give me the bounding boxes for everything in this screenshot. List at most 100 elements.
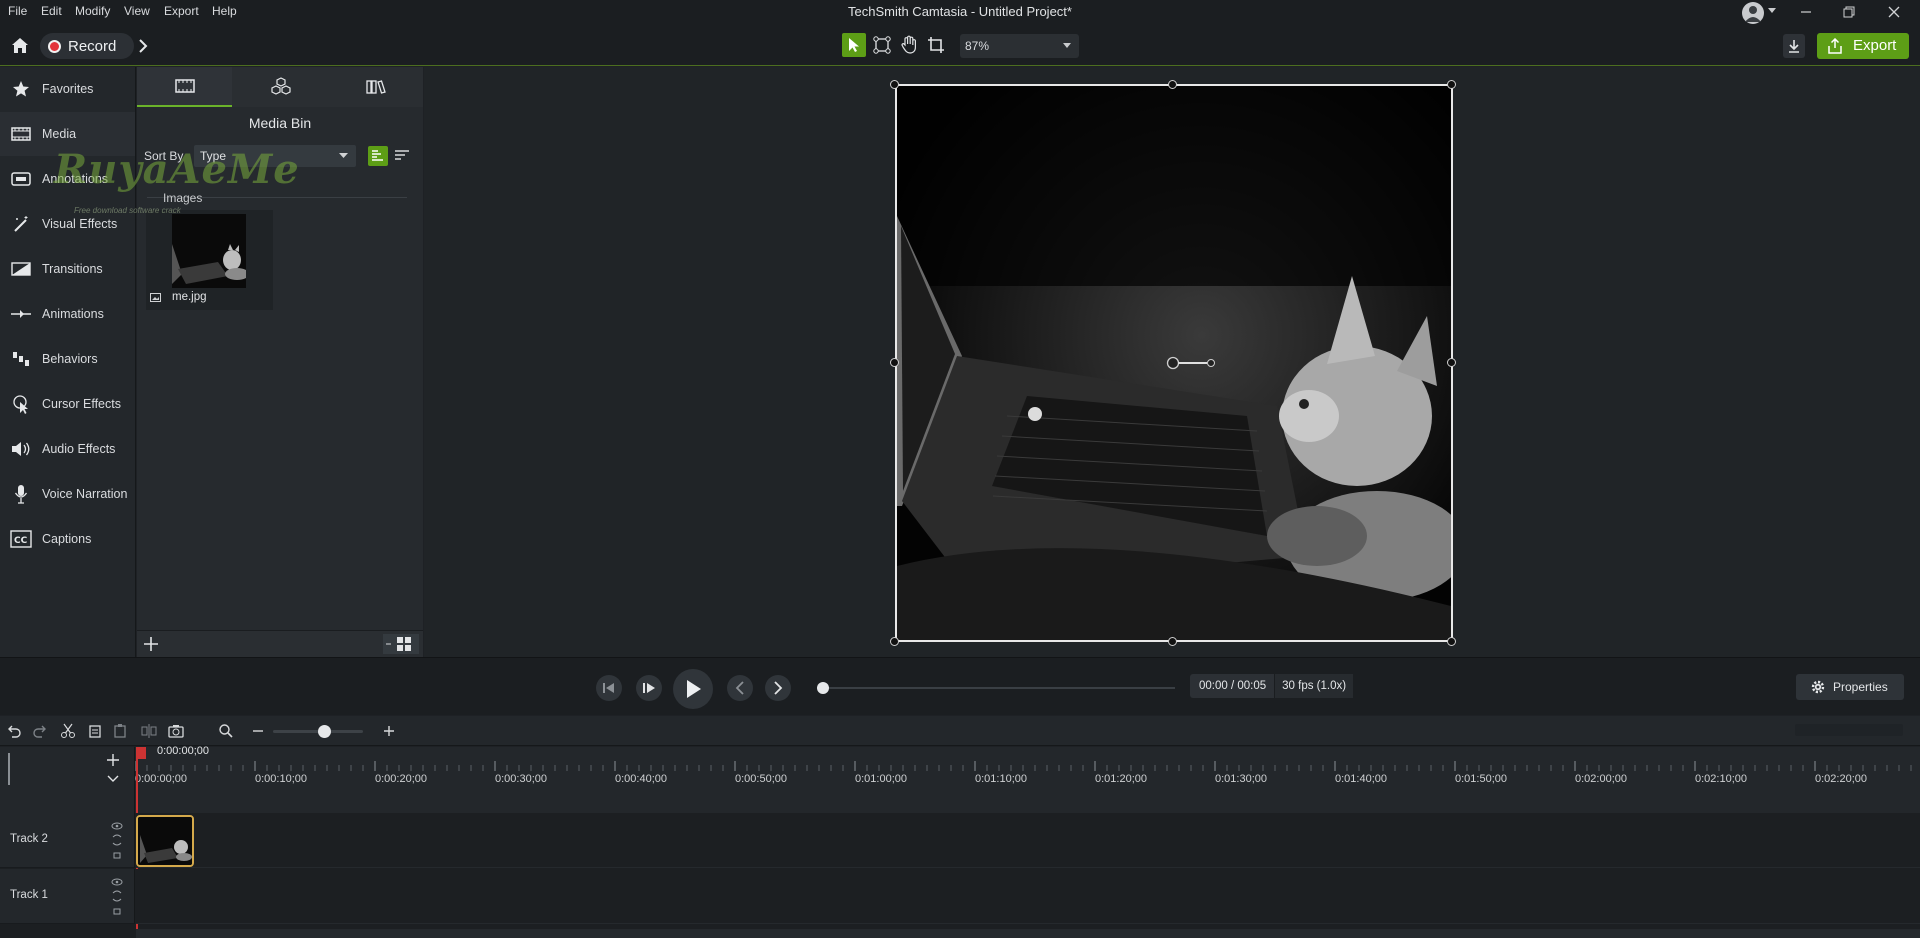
resize-handle[interactable] (890, 637, 899, 646)
watermark-logo: RuyaAeMe (54, 146, 300, 193)
next-marker-button[interactable] (765, 675, 791, 701)
collapse-tracks-icon[interactable] (104, 772, 122, 786)
watermark-subtitle: Free download software crack (74, 206, 181, 215)
timeline-zoom-slider[interactable] (273, 725, 363, 738)
sidebar-item-favorites[interactable]: Favorites (0, 67, 135, 111)
timeline-ruler[interactable]: 0:00:00;00 0:00:10;00 0:00:20;00 0:00:30;00… (135, 747, 1920, 813)
sidebar-item-transitions[interactable]: Transitions (0, 247, 135, 291)
redo-icon[interactable] (32, 723, 48, 739)
download-icon[interactable] (1783, 34, 1805, 58)
timeline-scroll-indicator[interactable] (1795, 724, 1903, 736)
svg-text:CC: CC (14, 536, 28, 546)
camera-snapshot-icon[interactable] (168, 723, 184, 739)
zoom-in-icon[interactable] (381, 723, 397, 739)
fps-readout: 30 fps (1.0x) (1274, 674, 1354, 698)
copy-icon[interactable] (87, 723, 103, 739)
resize-handle[interactable] (1168, 637, 1177, 646)
cut-icon[interactable] (60, 723, 76, 739)
zoom-slider-handle[interactable] (318, 725, 331, 738)
grid-view-icon[interactable] (383, 634, 419, 654)
sidebar-item-label: Visual Effects (42, 217, 118, 231)
paste-icon[interactable] (113, 723, 129, 739)
sidebar-item-cursor-effects[interactable]: Cursor Effects (0, 382, 135, 426)
tab-libraries-books[interactable] (328, 67, 423, 107)
export-button[interactable]: Export (1817, 33, 1909, 59)
track-header-1[interactable]: Track 1 (0, 869, 135, 924)
minimize-icon[interactable] (1798, 4, 1814, 20)
sidebar-item-animations[interactable]: Animations (0, 292, 135, 336)
media-bin-title: Media Bin (248, 115, 312, 131)
timeline-corner (0, 747, 135, 813)
resize-handle[interactable] (890, 358, 899, 367)
transform-tool-icon[interactable] (870, 33, 894, 57)
sidebar-item-label: Favorites (42, 82, 94, 96)
resize-handle[interactable] (890, 80, 899, 89)
zoom-level-select[interactable]: 87% (960, 34, 1079, 58)
timeline-clip[interactable] (136, 815, 194, 867)
sort-order-button[interactable] (392, 146, 412, 166)
account-avatar-icon[interactable] (1742, 2, 1764, 24)
timeline-horizontal-scrollbar[interactable] (136, 929, 1920, 938)
ruler-tick-label: 0:02:00;00 (1575, 773, 1627, 785)
tab-library[interactable] (233, 67, 328, 107)
gear-icon (1811, 680, 1825, 694)
sidebar-item-behaviors[interactable]: Behaviors (0, 337, 135, 381)
step-back-button[interactable] (596, 675, 622, 701)
sidebar-item-captions[interactable]: CC Captions (0, 517, 135, 561)
add-media-icon[interactable] (141, 634, 161, 654)
resize-handle[interactable] (1168, 80, 1177, 89)
restore-icon[interactable] (1841, 4, 1857, 20)
add-track-icon[interactable] (104, 753, 122, 767)
undo-icon[interactable] (6, 723, 22, 739)
timeline: 0:00:00;00 0:00:10;00 0:00:20;00 0:00:30;00… (0, 747, 1920, 938)
playhead-marker[interactable] (136, 747, 146, 759)
resize-handle[interactable] (1447, 80, 1456, 89)
resize-handle[interactable] (1447, 358, 1456, 367)
menu-bar: File Edit Modify View Export Help TechSm… (0, 0, 1920, 24)
list-view-button[interactable] (368, 146, 388, 166)
properties-button[interactable]: Properties (1796, 674, 1904, 700)
sidebar-item-audio-effects[interactable]: Audio Effects (0, 427, 135, 471)
sidebar-item-voice-narration[interactable]: Voice Narration (0, 472, 135, 516)
zoom-out-icon[interactable] (250, 723, 266, 739)
track-height-handle[interactable] (8, 753, 18, 785)
kitten-laptop-image (172, 214, 246, 288)
track-header-2[interactable]: Track 2 (0, 813, 135, 868)
zoom-search-icon[interactable] (218, 723, 234, 739)
media-item[interactable]: me.jpg (146, 210, 273, 310)
close-icon[interactable] (1886, 4, 1902, 20)
ruler-tick-label: 0:00:50;00 (735, 773, 787, 785)
window-title: TechSmith Camtasia - Untitled Project* (848, 4, 1072, 19)
cursor-icon (10, 393, 32, 415)
film-icon (174, 79, 195, 93)
tab-media-bin[interactable] (137, 67, 232, 107)
animation-icon (10, 303, 32, 325)
crop-tool-icon[interactable] (924, 33, 948, 57)
split-icon[interactable] (141, 723, 157, 739)
chevron-left-icon (735, 681, 744, 695)
track-name: Track 1 (10, 889, 48, 901)
ruler-tick-label: 0:00:20;00 (375, 773, 427, 785)
track-visibility-lock-icons[interactable] (110, 877, 124, 917)
record-button[interactable]: Record (40, 33, 134, 59)
home-icon[interactable] (9, 35, 31, 55)
play-button[interactable] (673, 669, 713, 709)
select-tool-icon[interactable] (842, 33, 866, 57)
scrubber-handle[interactable] (817, 682, 829, 694)
account-dropdown-icon[interactable] (1768, 8, 1776, 14)
resize-handle[interactable] (1447, 637, 1456, 646)
track-visibility-lock-icons[interactable] (110, 821, 124, 861)
sidebar-item-label: Behaviors (42, 352, 98, 366)
playback-scrubber[interactable] (817, 682, 1175, 694)
pan-hand-icon[interactable] (897, 33, 921, 57)
track-row-2[interactable] (136, 813, 1920, 868)
wand-icon (10, 213, 32, 235)
microphone-icon (10, 483, 32, 505)
track-row-1[interactable] (136, 869, 1920, 924)
record-expand-chevron-icon[interactable] (134, 35, 152, 57)
sidebar-item-label: Media (42, 127, 77, 141)
previous-marker-button[interactable] (727, 675, 753, 701)
ruler-tick-label: 0:01:20;00 (1095, 773, 1147, 785)
rotation-handle[interactable] (1166, 356, 1220, 370)
step-forward-button[interactable] (636, 675, 662, 701)
